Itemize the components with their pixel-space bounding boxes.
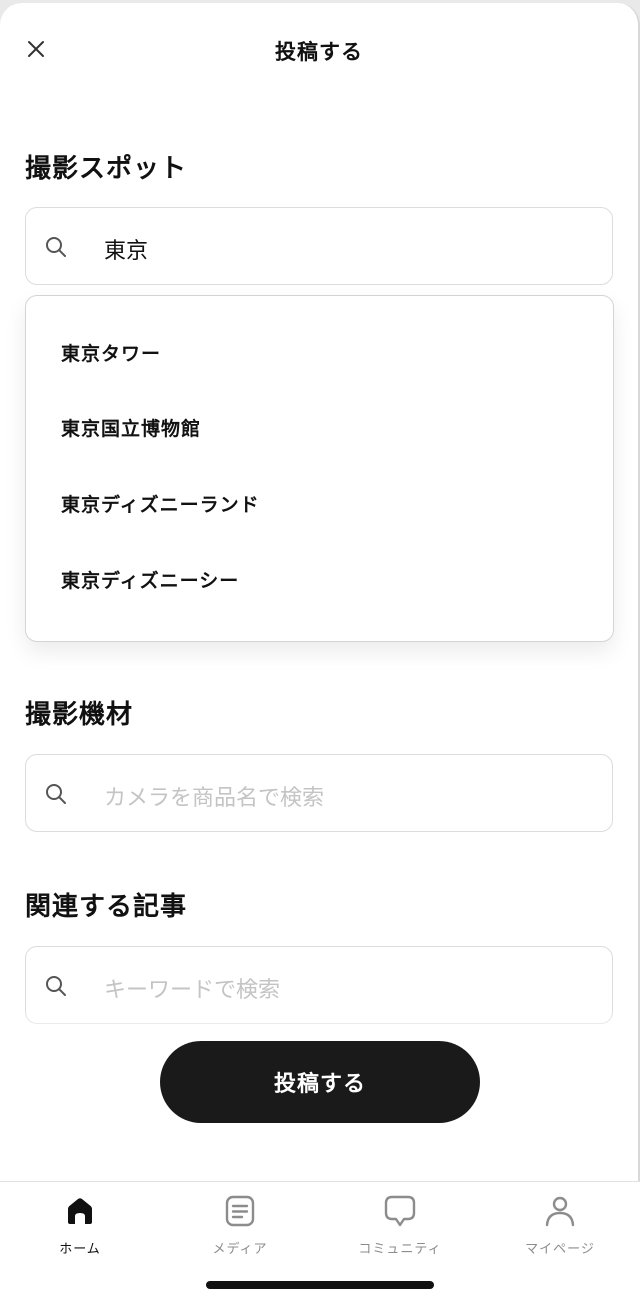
articles-section-title: 関連する記事 — [25, 892, 188, 922]
equipment-section-title: 撮影機材 — [25, 700, 134, 730]
submit-post-button[interactable]: 投稿する — [160, 1041, 480, 1123]
media-icon — [225, 1195, 255, 1227]
suggestion-item[interactable]: 東京ディズニーランド — [61, 490, 260, 517]
tab-mypage-label: マイページ — [525, 1242, 595, 1257]
equipment-search-input[interactable]: カメラを商品名で検索 — [25, 754, 613, 832]
post-sheet: 投稿する 撮影スポット 東京 東京タワー 東京国立博物館 東京ディズニーランド … — [0, 3, 640, 1181]
spot-search-input[interactable]: 東京 — [25, 207, 613, 285]
spot-suggestions-dropdown: 東京タワー 東京国立博物館 東京ディズニーランド 東京ディズニーシー — [25, 295, 614, 642]
chat-bubble-icon — [384, 1195, 416, 1227]
search-icon — [46, 237, 66, 257]
search-icon — [46, 976, 66, 996]
tab-media-label: メディア — [212, 1242, 268, 1257]
tab-media[interactable]: メディア — [170, 1194, 310, 1257]
tab-community[interactable]: コミュニティ — [330, 1194, 470, 1257]
home-indicator — [206, 1281, 434, 1289]
tab-mypage[interactable]: マイページ — [490, 1194, 630, 1257]
equipment-search-placeholder: カメラを商品名で検索 — [104, 786, 325, 811]
header: 投稿する — [0, 3, 638, 98]
articles-search-placeholder: キーワードで検索 — [104, 978, 281, 1003]
tab-home[interactable]: ホーム — [10, 1194, 150, 1257]
spot-section-title: 撮影スポット — [25, 154, 188, 184]
person-icon — [545, 1196, 575, 1227]
page-title: 投稿する — [275, 40, 363, 64]
spot-search-value[interactable]: 東京 — [104, 233, 148, 265]
suggestion-item[interactable]: 東京ディズニーシー — [61, 566, 239, 593]
suggestion-item[interactable]: 東京国立博物館 — [61, 414, 201, 441]
tab-community-label: コミュニティ — [358, 1242, 442, 1257]
search-icon — [46, 784, 66, 804]
home-icon — [68, 1198, 92, 1224]
suggestion-item[interactable]: 東京タワー — [61, 339, 161, 366]
tab-home-label: ホーム — [59, 1242, 101, 1257]
